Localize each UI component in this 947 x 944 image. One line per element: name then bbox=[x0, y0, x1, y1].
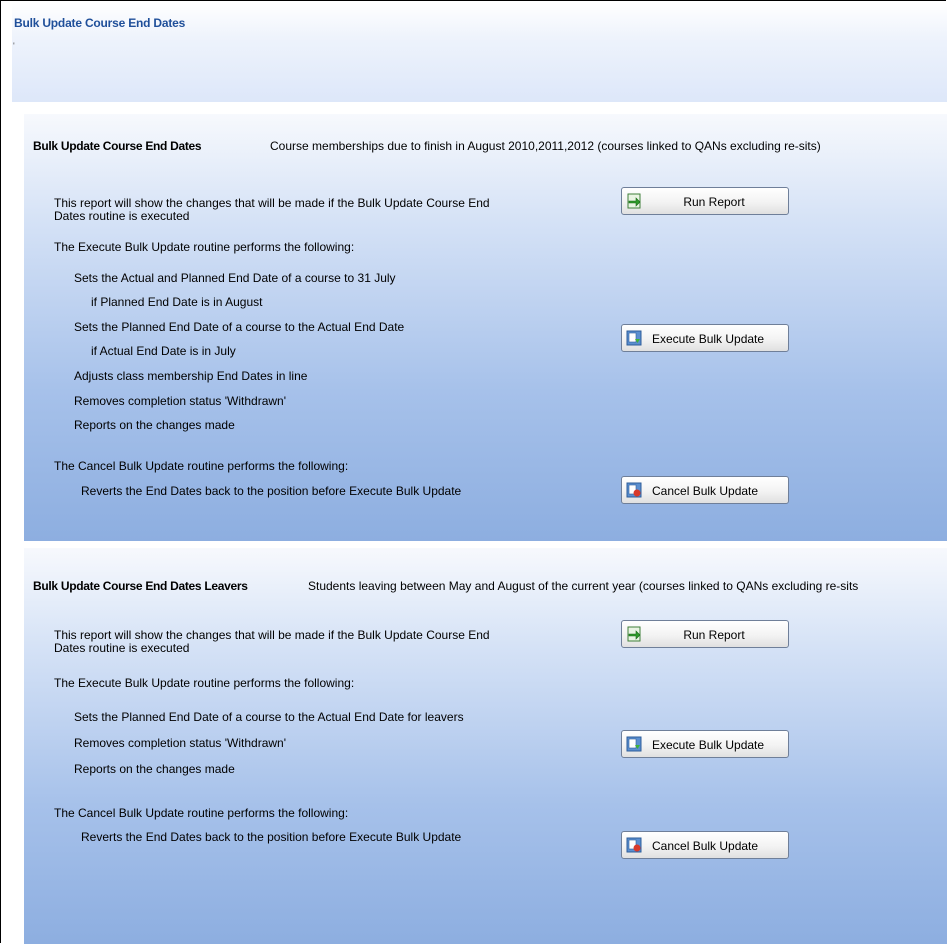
report-arrow-icon bbox=[627, 193, 641, 209]
run-report-button[interactable]: Run Report bbox=[621, 187, 789, 215]
panel-description: Course memberships due to finish in Augu… bbox=[270, 139, 821, 153]
panel-title: Bulk Update Course End Dates Leavers bbox=[33, 579, 248, 593]
cancel-item: Reverts the End Dates back to the positi… bbox=[81, 830, 462, 844]
panel-description: Students leaving between May and August … bbox=[308, 579, 859, 593]
execute-item: Adjusts class membership End Dates in li… bbox=[74, 369, 308, 383]
title-header: Bulk Update Course End Dates ' bbox=[12, 3, 947, 102]
execute-update-icon bbox=[626, 330, 642, 346]
cancel-bulk-update-button[interactable]: Cancel Bulk Update bbox=[621, 476, 789, 504]
bulk-update-leavers-panel: Bulk Update Course End Dates Leavers Stu… bbox=[24, 548, 947, 944]
execute-bulk-update-label: Execute Bulk Update bbox=[652, 738, 765, 752]
run-report-label: Run Report bbox=[683, 195, 745, 209]
report-description-line1: This report will show the changes that w… bbox=[54, 196, 490, 210]
execute-bulk-update-label: Execute Bulk Update bbox=[652, 332, 765, 346]
execute-item-sub: if Planned End Date is in August bbox=[91, 295, 263, 309]
execute-item: Reports on the changes made bbox=[74, 762, 235, 776]
panel-title: Bulk Update Course End Dates bbox=[33, 139, 202, 153]
caret-mark: ' bbox=[13, 41, 15, 51]
report-description-line1: This report will show the changes that w… bbox=[54, 628, 490, 642]
execute-item: Reports on the changes made bbox=[74, 418, 235, 432]
cancel-bulk-update-label: Cancel Bulk Update bbox=[652, 484, 759, 498]
execute-item: Removes completion status 'Withdrawn' bbox=[74, 394, 286, 408]
execute-heading: The Execute Bulk Update routine performs… bbox=[54, 240, 355, 254]
execute-heading: The Execute Bulk Update routine performs… bbox=[54, 676, 355, 690]
report-arrow-icon bbox=[627, 626, 641, 642]
execute-bulk-update-button[interactable]: Execute Bulk Update bbox=[621, 324, 789, 352]
run-report-label: Run Report bbox=[683, 628, 745, 642]
cancel-heading: The Cancel Bulk Update routine performs … bbox=[54, 806, 349, 820]
execute-item: Removes completion status 'Withdrawn' bbox=[74, 736, 286, 750]
execute-item: Sets the Planned End Date of a course to… bbox=[74, 710, 464, 724]
cancel-bulk-update-label: Cancel Bulk Update bbox=[652, 839, 759, 853]
report-description-line2: Dates routine is executed bbox=[54, 641, 190, 655]
report-description-line2: Dates routine is executed bbox=[54, 209, 190, 223]
cancel-bulk-update-button[interactable]: Cancel Bulk Update bbox=[621, 831, 789, 859]
cancel-update-icon bbox=[626, 837, 642, 853]
execute-item: Sets the Actual and Planned End Date of … bbox=[74, 271, 396, 285]
execute-item-sub: if Actual End Date is in July bbox=[91, 344, 236, 358]
run-report-button[interactable]: Run Report bbox=[621, 620, 789, 648]
execute-item: Sets the Planned End Date of a course to… bbox=[74, 320, 405, 334]
cancel-update-icon bbox=[626, 482, 642, 498]
bulk-update-panel: Bulk Update Course End Dates Course memb… bbox=[24, 114, 947, 541]
execute-bulk-update-button[interactable]: Execute Bulk Update bbox=[621, 730, 789, 758]
cancel-item: Reverts the End Dates back to the positi… bbox=[81, 484, 462, 498]
execute-update-icon bbox=[626, 736, 642, 752]
page-title: Bulk Update Course End Dates bbox=[14, 16, 186, 30]
cancel-heading: The Cancel Bulk Update routine performs … bbox=[54, 459, 349, 473]
